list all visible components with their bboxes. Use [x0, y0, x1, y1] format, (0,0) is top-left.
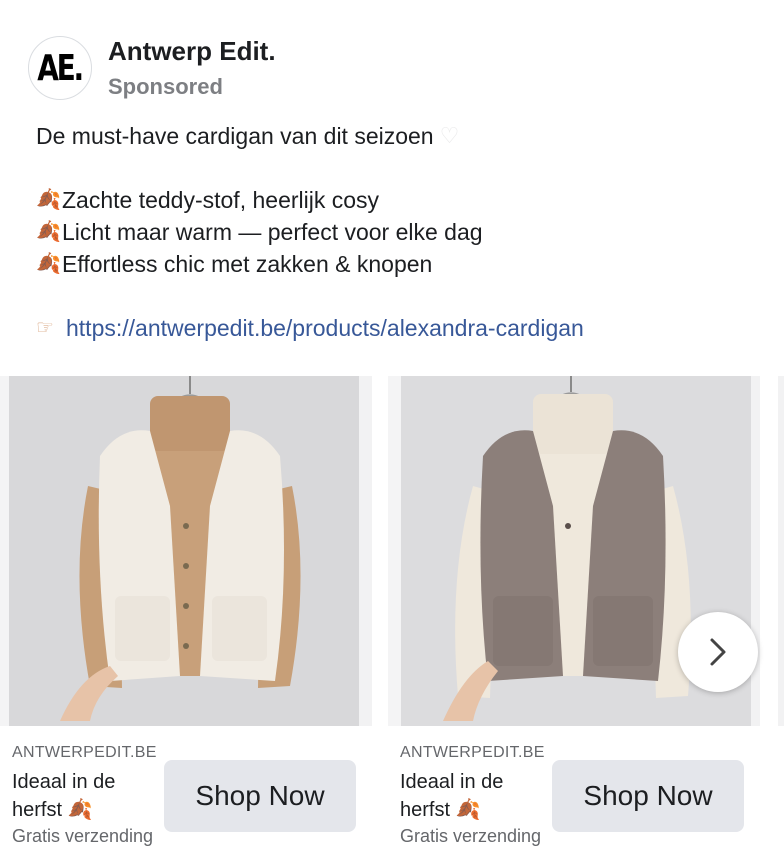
chevron-right-icon [710, 638, 726, 666]
pointing-right-icon: ☞ [36, 317, 54, 339]
bullet-line: 🍂 Zachte teddy-stof, heerlijk cosy [36, 184, 756, 216]
post-headline-line: De must-have cardigan van dit seizoen ♡ [36, 120, 756, 152]
shop-now-button[interactable]: Shop Now [552, 760, 744, 832]
fallen-leaf-icon: 🍂 [67, 799, 93, 821]
bullet-text: Licht maar warm — perfect voor elke dag [62, 219, 483, 245]
fallen-leaf-icon: 🍂 [36, 253, 61, 275]
bullet-text: Effortless chic met zakken & knopen [62, 251, 433, 277]
product-link[interactable]: https://antwerpedit.be/products/alexandr… [66, 312, 584, 344]
product-image[interactable] [0, 376, 372, 726]
next-card-peek[interactable] [778, 376, 784, 726]
card-title: Ideaal in de herfst 🍂 [400, 768, 550, 824]
page-name[interactable]: Antwerp Edit. [108, 36, 276, 66]
bullet-line: 🍂 Effortless chic met zakken & knopen [36, 248, 756, 280]
card-domain: ANTWERPEDIT.BE [12, 744, 157, 761]
fallen-leaf-icon: 🍂 [36, 189, 61, 211]
bullet-text: Zachte teddy-stof, heerlijk cosy [62, 187, 380, 213]
page-meta: Antwerp Edit. Sponsored [108, 36, 276, 100]
post-headline: De must-have cardigan van dit seizoen [36, 123, 434, 149]
product-carousel[interactable]: ANTWERPEDIT.BE Ideaal in de herfst 🍂 Gra… [0, 376, 784, 868]
card-domain: ANTWERPEDIT.BE [400, 744, 545, 761]
carousel-card[interactable]: ANTWERPEDIT.BE Ideaal in de herfst 🍂 Gra… [0, 376, 372, 868]
card-subtitle: Gratis verzending [12, 826, 154, 846]
card-subtitle: Gratis verzending [400, 826, 542, 846]
sponsored-label[interactable]: Sponsored [108, 74, 276, 100]
carousel-next-button[interactable] [678, 612, 758, 692]
link-line: ☞ https://antwerpedit.be/products/alexan… [36, 312, 756, 344]
bullet-line: 🍂 Licht maar warm — perfect voor elke da… [36, 216, 756, 248]
shop-now-button[interactable]: Shop Now [164, 760, 356, 832]
fallen-leaf-icon: 🍂 [455, 799, 481, 821]
card-title: Ideaal in de herfst 🍂 [12, 768, 162, 824]
page-avatar[interactable]: AE. [28, 36, 92, 100]
fallen-leaf-icon: 🍂 [36, 221, 61, 243]
avatar-logo-text: AE. [37, 47, 85, 89]
post-body: De must-have cardigan van dit seizoen ♡ … [36, 120, 756, 344]
post-header: AE. Antwerp Edit. Sponsored [28, 36, 276, 100]
white-heart-icon: ♡ [439, 123, 460, 148]
